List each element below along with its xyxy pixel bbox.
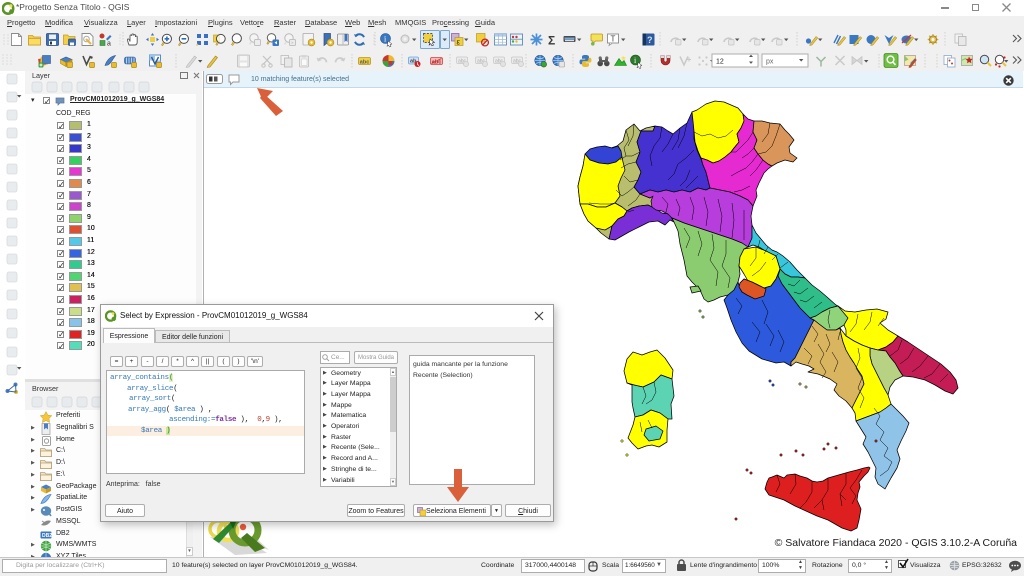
- svg-text:abc: abc: [360, 59, 369, 65]
- svg-text:px: px: [766, 59, 774, 66]
- svg-text:ε: ε: [457, 38, 461, 47]
- svg-text:DB2: DB2: [42, 533, 52, 539]
- svg-text:12: 12: [716, 59, 724, 66]
- svg-text:Σ: Σ: [548, 34, 555, 48]
- svg-text:a: a: [107, 41, 111, 48]
- svg-text:T: T: [611, 35, 616, 44]
- svg-text:?: ?: [647, 35, 653, 45]
